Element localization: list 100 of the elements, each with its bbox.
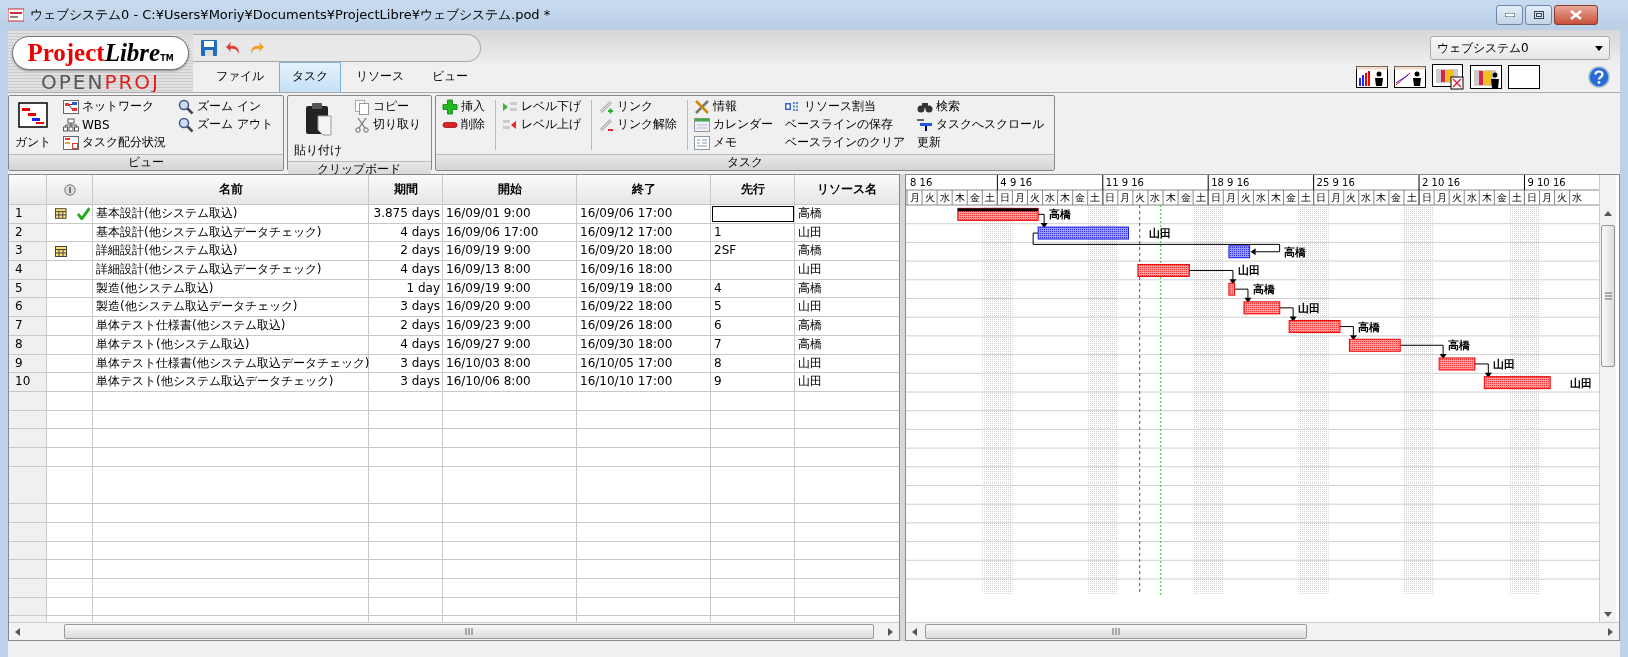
table-cross-icon <box>1432 64 1464 90</box>
day-label: 月 <box>1120 192 1131 203</box>
blank-view-button[interactable] <box>1508 65 1540 89</box>
table-cell-text: 詳細設計(他システム取込データチェック) <box>95 261 323 279</box>
table-cell-text: 16/09/19 9:00 <box>445 279 532 297</box>
column-header[interactable]: 期間 <box>369 175 443 204</box>
day-label: 日 <box>999 192 1010 203</box>
link-arrow <box>1279 307 1297 322</box>
link-arrow <box>1399 344 1447 359</box>
week-label: 18 9 16 <box>1211 177 1250 188</box>
note-icon <box>693 135 710 150</box>
table-cell-text: 4 days <box>399 261 441 279</box>
ribbon-button[interactable]: ネットワーク <box>61 98 168 115</box>
table-cell-text: 高橋 <box>797 317 823 335</box>
day-label: 金 <box>1180 192 1191 203</box>
resource-label: 山田 <box>1237 264 1260 278</box>
column-header[interactable]: リソース名 <box>795 175 899 204</box>
resource-label: 高橋 <box>1283 245 1306 259</box>
help-button[interactable] <box>1588 66 1610 88</box>
undo-button[interactable] <box>225 40 241 56</box>
ribbon-button[interactable]: 切り取り <box>351 116 423 133</box>
trademark-mark: TM <box>160 54 174 63</box>
histogram-view-button[interactable] <box>1356 66 1388 88</box>
table-person-view-button[interactable] <box>1470 65 1502 89</box>
ribbon-button[interactable]: ガント <box>13 98 53 151</box>
day-label: 土 <box>1195 192 1206 203</box>
line-chart-view-button[interactable] <box>1394 66 1426 88</box>
table-cell-text: 山田 <box>797 354 823 372</box>
table-cross-view-button[interactable] <box>1432 64 1464 90</box>
table-cell-text: 基本設計(他システム取込データチェック) <box>95 223 323 241</box>
table-cell-text: 詳細設計(他システム取込) <box>95 242 239 260</box>
maximize-button[interactable] <box>1525 5 1552 25</box>
day-label: 水 <box>1150 192 1161 203</box>
zoom-in-icon <box>178 98 194 115</box>
ribbon-button[interactable]: タスク配分状況 <box>61 134 168 151</box>
scroll-to-icon <box>916 117 933 132</box>
maximize-icon <box>1533 11 1544 19</box>
table-cell-text: 5 <box>713 298 723 316</box>
table-cell-text: 山田 <box>797 298 823 316</box>
resource-label: 山田 <box>1493 357 1516 371</box>
week-label: 9 10 16 <box>1527 177 1566 188</box>
ribbon-button[interactable]: リンク解除 <box>595 116 679 133</box>
table-cell-text: 4 days <box>399 223 441 241</box>
ribbon-button[interactable]: 挿入 <box>439 98 487 115</box>
ribbon-button[interactable]: 更新 <box>914 134 1046 151</box>
ribbon-button[interactable]: 削除 <box>439 116 487 133</box>
table-cell-text: 7 <box>713 335 723 353</box>
day-label: 月 <box>1225 192 1236 203</box>
day-label: 火 <box>1240 192 1251 203</box>
link-arrow <box>1234 288 1252 303</box>
ribbon-button[interactable]: 情報 <box>691 98 775 115</box>
assign-icon <box>784 99 801 114</box>
project-dropdown[interactable]: ウェブシステム0 <box>1430 36 1610 60</box>
ribbon-button[interactable]: ベースラインの保存 <box>782 116 907 133</box>
ribbon-tab[interactable]: タスク <box>279 62 341 92</box>
plus-icon <box>441 98 458 115</box>
scrollbar-thumb[interactable] <box>925 624 1307 639</box>
column-header[interactable]: 先行 <box>711 175 795 204</box>
day-label: 木 <box>1376 192 1387 203</box>
ribbon-button[interactable]: リソース割当 <box>782 98 907 115</box>
day-label: 土 <box>1406 192 1417 203</box>
table-cell-text: 16/09/19 18:00 <box>579 279 674 297</box>
ribbon-button[interactable]: レベル下げ <box>499 98 583 115</box>
resource-label: 山田 <box>1570 376 1593 390</box>
ribbon-button[interactable]: ズーム イン <box>176 98 275 115</box>
tree-chart-icon <box>63 117 79 132</box>
ribbon-tab[interactable]: ビュー <box>419 62 481 92</box>
ribbon-tab[interactable]: リソース <box>343 62 417 92</box>
task-bar[interactable] <box>1228 245 1251 259</box>
copy-icon <box>353 98 370 115</box>
scrollbar-thumb[interactable] <box>64 624 874 639</box>
ribbon-button[interactable]: カレンダー <box>691 116 775 133</box>
scrollbar-thumb[interactable] <box>1601 225 1615 367</box>
table-cell-text: 高橋 <box>797 279 823 297</box>
ribbon-button[interactable]: 検索 <box>914 98 1046 115</box>
ribbon-button[interactable]: リンク <box>595 98 679 115</box>
logo-subtitle: OPEN <box>41 70 105 94</box>
ribbon-button[interactable]: レベル上げ <box>499 116 583 133</box>
day-label: 月 <box>1542 192 1553 203</box>
ribbon-button[interactable]: ベースラインのクリア <box>782 134 907 151</box>
save-button[interactable] <box>201 40 217 56</box>
table-cell-text: 4 days <box>399 335 441 353</box>
ribbon-button[interactable]: WBS <box>61 116 168 133</box>
close-button[interactable] <box>1554 5 1598 25</box>
ribbon-button[interactable]: タスクへスクロール <box>914 116 1046 133</box>
ribbon-tab[interactable]: ファイル <box>203 62 277 92</box>
table-cell-text: 16/10/05 17:00 <box>579 354 674 372</box>
ribbon-button[interactable]: ズーム アウト <box>176 116 275 133</box>
resource-label: 高橋 <box>1049 208 1072 222</box>
link-arrow <box>1474 363 1492 378</box>
table-cell-text: 高橋 <box>797 205 823 222</box>
minimize-button[interactable] <box>1496 5 1523 25</box>
ribbon-button[interactable]: メモ <box>691 134 775 151</box>
column-header[interactable]: 名前 <box>93 175 369 204</box>
ribbon-button[interactable]: 貼り付け <box>291 98 344 159</box>
ribbon-button[interactable]: コピー <box>351 98 423 115</box>
day-label: 月 <box>909 192 920 203</box>
column-header[interactable]: 終了 <box>577 175 711 204</box>
focused-cell[interactable] <box>711 205 795 223</box>
column-header[interactable]: 開始 <box>443 175 577 204</box>
